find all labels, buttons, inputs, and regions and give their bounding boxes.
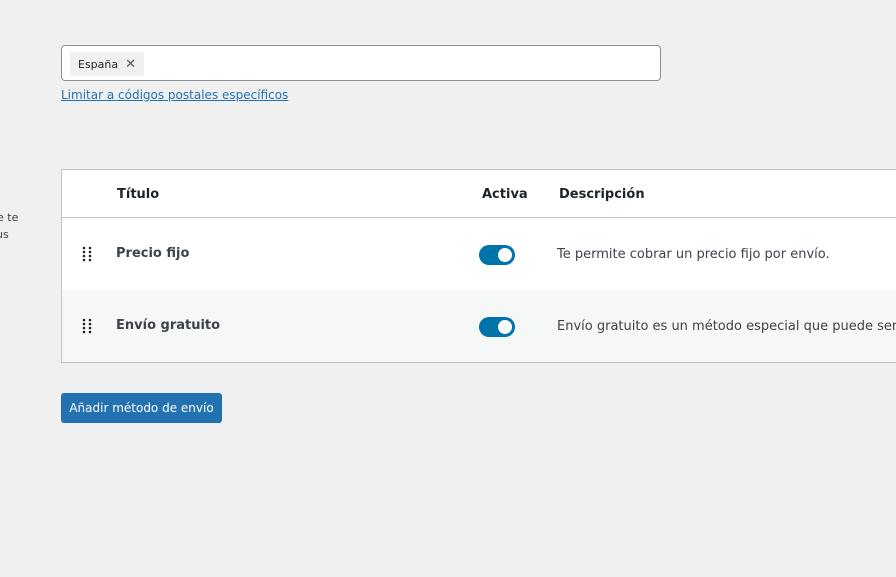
limit-postcodes-link[interactable]: Limitar a códigos postales específicos bbox=[61, 88, 288, 102]
side-text-line-2: us bbox=[0, 228, 9, 241]
column-header-description: Descripción bbox=[559, 187, 645, 202]
method-title[interactable]: Envío gratuito bbox=[116, 318, 220, 333]
region-chip: España ✕ bbox=[70, 52, 145, 76]
zone-regions-select[interactable]: España ✕ bbox=[61, 45, 661, 81]
add-shipping-method-button[interactable]: Añadir método de envío bbox=[61, 393, 222, 423]
method-title[interactable]: Precio fijo bbox=[116, 246, 189, 261]
side-text-line-1: e te bbox=[0, 211, 19, 224]
method-description: Envío gratuito es un método especial que… bbox=[557, 319, 896, 334]
toggle-knob bbox=[498, 320, 512, 334]
method-active-toggle[interactable] bbox=[479, 317, 515, 337]
table-row: Envío gratuito Envío gratuito es un méto… bbox=[62, 290, 896, 362]
method-description: Te permite cobrar un precio fijo por env… bbox=[557, 247, 830, 262]
close-icon[interactable]: ✕ bbox=[125, 58, 136, 71]
method-active-toggle[interactable] bbox=[479, 245, 515, 265]
shipping-zone-page: e te us España ✕ Limitar a códigos posta… bbox=[0, 0, 896, 577]
side-description: e te us bbox=[0, 209, 18, 243]
column-header-title: Título bbox=[117, 187, 160, 202]
column-header-active: Activa bbox=[482, 187, 528, 202]
table-row: Precio fijo Te permite cobrar un precio … bbox=[62, 218, 896, 290]
toggle-knob bbox=[498, 248, 512, 262]
table-header: Título Activa Descripción bbox=[62, 170, 896, 218]
shipping-methods-table: Título Activa Descripción Precio fijo Te… bbox=[61, 169, 896, 363]
region-chip-label: España bbox=[78, 57, 119, 71]
drag-handle-icon[interactable] bbox=[81, 318, 93, 334]
drag-handle-icon[interactable] bbox=[81, 246, 93, 262]
